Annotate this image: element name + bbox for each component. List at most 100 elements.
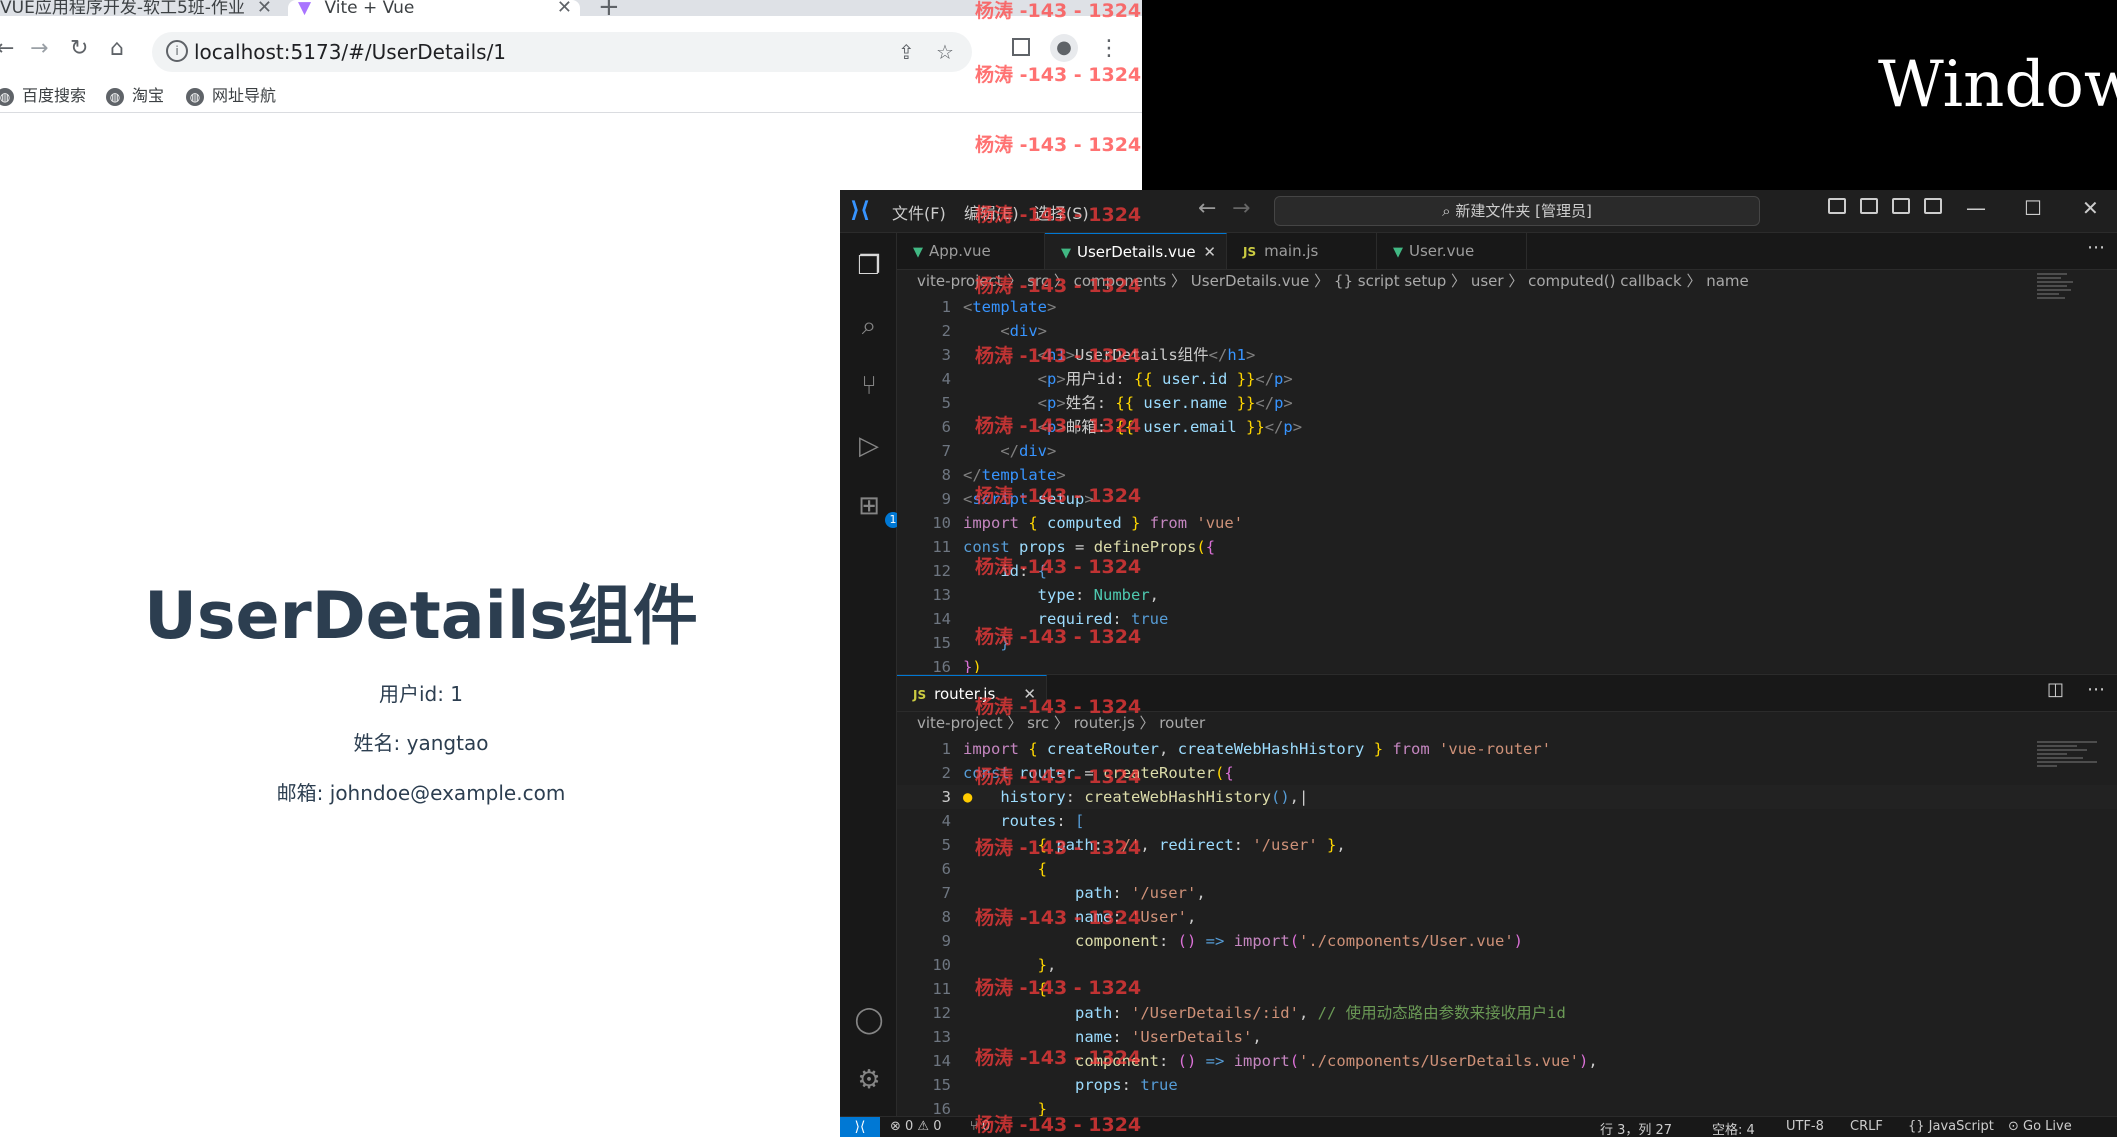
menu-selection[interactable]: 选择(S) — [1034, 200, 1089, 224]
vscode-logo-icon: ⟩⟨ — [850, 198, 871, 223]
menu-edit[interactable]: 编辑(E) — [964, 200, 1019, 224]
language-mode[interactable]: {} JavaScript — [1908, 1119, 1994, 1134]
editor-tabs: ▼ App.vue ▼ UserDetails.vue ✕ JS main.js ▼ Us… — [897, 233, 2117, 270]
explorer-icon[interactable]: ❐ — [854, 251, 884, 281]
reload-icon[interactable]: ↻ — [70, 34, 88, 64]
editor-group-1: ▼ App.vue ▼ UserDetails.vue ✕ JS main.js ▼ Us… — [897, 233, 2117, 673]
breadcrumb[interactable]: vite-project 〉 src 〉 router.js 〉 router — [897, 711, 2117, 735]
encoding-status[interactable]: UTF-8 — [1786, 1119, 1824, 1134]
more-actions-icon[interactable]: ⋯ — [2087, 237, 2105, 258]
more-menu-icon[interactable]: ⋮ — [1098, 36, 1120, 61]
browser-tabstrip: VUE应用程序开发-软工5班-作业 ✕ ▼ Vite + Vue ✕ + — [0, 0, 1142, 20]
code-line: 8 </template> — [941, 466, 1066, 484]
cursor-position[interactable]: 行 3，列 27 — [1600, 1119, 1672, 1137]
code-line: 15 props: true — [932, 1076, 1178, 1094]
code-line: 15 } — [932, 634, 1010, 652]
close-tab-icon[interactable]: ✕ — [1023, 676, 1036, 712]
url-text[interactable]: localhost:5173/#/UserDetails/1 — [194, 40, 506, 64]
globe-icon: ◍ — [106, 87, 124, 106]
code-line: 14 component: () => import('./components… — [932, 1052, 1598, 1070]
share-icon[interactable]: ⇪ — [898, 40, 915, 64]
forward-arrow-icon[interactable]: → — [30, 34, 48, 64]
run-debug-icon[interactable]: ▷ — [854, 431, 884, 461]
code-line: 13 type: Number, — [932, 586, 1159, 604]
code-line: 4 <p>用户id: {{ user.id }}</p> — [941, 370, 1293, 388]
search-icon: ⌕ — [1442, 202, 1456, 220]
tab-title: Vite + Vue — [324, 0, 415, 16]
new-tab-button[interactable]: + — [598, 0, 620, 20]
close-tab-icon[interactable]: ✕ — [1203, 234, 1216, 270]
code-line: 12 id: { — [932, 562, 1048, 580]
back-arrow-icon[interactable]: ← — [1198, 196, 1216, 221]
breadcrumb[interactable]: vite-project 〉 src 〉 components 〉 UserDe… — [897, 269, 2117, 293]
code-line: 8 name: 'User', — [941, 908, 1197, 926]
code-line: 1 <template> — [941, 298, 1057, 316]
js-file-icon: JS — [1243, 245, 1257, 259]
bookmark-taobao[interactable]: ◍ 淘宝 — [106, 82, 164, 106]
maximize-icon[interactable]: ☐ — [2024, 196, 2042, 220]
search-icon[interactable]: ⌕ — [854, 311, 884, 341]
tab-userdetails-vue[interactable]: ▼ UserDetails.vue ✕ — [1045, 233, 1227, 269]
side-panel-icon[interactable] — [1012, 38, 1030, 56]
bookmark-star-icon[interactable]: ☆ — [936, 40, 954, 64]
toggle-secondary-sidebar-icon[interactable] — [1892, 198, 1910, 214]
vue-file-icon: ▼ — [913, 245, 923, 260]
profile-avatar-icon[interactable]: ● — [1050, 34, 1078, 62]
forward-arrow-icon[interactable]: → — [1232, 196, 1250, 221]
accounts-icon[interactable]: ◯ — [854, 1005, 884, 1035]
site-info-icon[interactable]: i — [166, 40, 188, 62]
globe-icon: ◍ — [186, 87, 204, 106]
code-line: 3 <h1>UserDetails组件</h1> — [941, 346, 1256, 364]
more-actions-icon[interactable]: ⋯ — [2087, 679, 2105, 700]
code-line: 12 path: '/UserDetails/:id', // 使用动态路由参数… — [932, 1004, 1566, 1022]
source-control-icon[interactable]: ⑂ — [854, 371, 884, 401]
close-icon[interactable]: ✕ — [557, 0, 572, 16]
close-icon[interactable]: ✕ — [257, 0, 272, 16]
code-line: 6 { — [941, 860, 1047, 878]
code-line: 14 required: true — [932, 610, 1169, 628]
indentation-status[interactable]: 空格: 4 — [1712, 1119, 1755, 1137]
home-icon[interactable]: ⌂ — [110, 34, 124, 64]
browser-tab-vite-vue[interactable]: ▼ Vite + Vue ✕ — [288, 0, 580, 16]
menu-file[interactable]: 文件(F) — [892, 200, 946, 224]
remote-indicator-icon[interactable]: ⟩⟨ — [840, 1117, 880, 1137]
bookmark-nav[interactable]: ◍ 网址导航 — [186, 82, 276, 106]
tab-router-js[interactable]: JS router.js ✕ — [897, 675, 1047, 711]
code-line: 11 { — [932, 980, 1047, 998]
split-editor-icon[interactable]: ◫ — [2047, 679, 2064, 700]
toggle-panel-icon[interactable] — [1860, 198, 1878, 214]
activity-bar: ❐ ⌕ ⑂ ▷ ⊞ 1 ◯ ⚙ — [840, 233, 901, 1137]
command-center[interactable]: ⌕ 新建文件夹 [管理员] — [1274, 196, 1760, 226]
user-id-text: 用户id: 1 — [378, 682, 464, 706]
back-arrow-icon[interactable]: ← — [0, 34, 14, 64]
code-line: 16 } — [932, 1100, 1047, 1117]
eol-status[interactable]: CRLF — [1850, 1119, 1883, 1134]
code-line: 7 path: '/user', — [941, 884, 1206, 902]
desktop-text: Window — [1878, 48, 2117, 122]
ports-status[interactable]: ⑂ 0 — [970, 1119, 990, 1134]
extensions-icon[interactable]: ⊞ 1 — [854, 491, 901, 528]
vite-icon: ▼ — [298, 0, 312, 16]
js-file-icon: JS — [913, 688, 927, 702]
code-line: 10 import { computed } from 'vue' — [932, 514, 1244, 532]
page-title: UserDetails组件 — [144, 579, 698, 654]
minimize-icon[interactable]: — — [1966, 196, 1986, 220]
user-name-text: 姓名: yangtao — [353, 731, 489, 755]
tab-user-vue[interactable]: ▼ User.vue — [1377, 233, 1527, 269]
tab-main-js[interactable]: JS main.js — [1227, 233, 1377, 269]
customize-layout-icon[interactable] — [1924, 198, 1942, 214]
browser-tab-assignment[interactable]: VUE应用程序开发-软工5班-作业 ✕ — [0, 0, 280, 16]
tab-app-vue[interactable]: ▼ App.vue — [897, 233, 1045, 269]
bookmark-baidu[interactable]: ◍ 百度搜索 — [0, 82, 86, 106]
problems-status[interactable]: ⊗ 0 ⚠ 0 — [890, 1119, 942, 1134]
web-page: UserDetails组件 用户id: 1 姓名: yangtao 邮箱: jo… — [0, 113, 842, 1137]
code-line: 9 component: () => import('./components/… — [941, 932, 1524, 950]
settings-gear-icon[interactable]: ⚙ — [854, 1065, 884, 1095]
code-line: 5 <p>姓名: {{ user.name }}</p> — [941, 394, 1293, 412]
go-live-button[interactable]: ⊙ Go Live — [2008, 1119, 2072, 1134]
toggle-sidebar-icon[interactable] — [1828, 198, 1846, 214]
user-email-text: 邮箱: johndoe@example.com — [276, 781, 566, 805]
close-window-icon[interactable]: ✕ — [2082, 196, 2099, 220]
address-bar[interactable]: i localhost:5173/#/UserDetails/1 ⇪ ☆ — [152, 32, 972, 72]
lightbulb-icon[interactable]: ● — [963, 788, 972, 806]
